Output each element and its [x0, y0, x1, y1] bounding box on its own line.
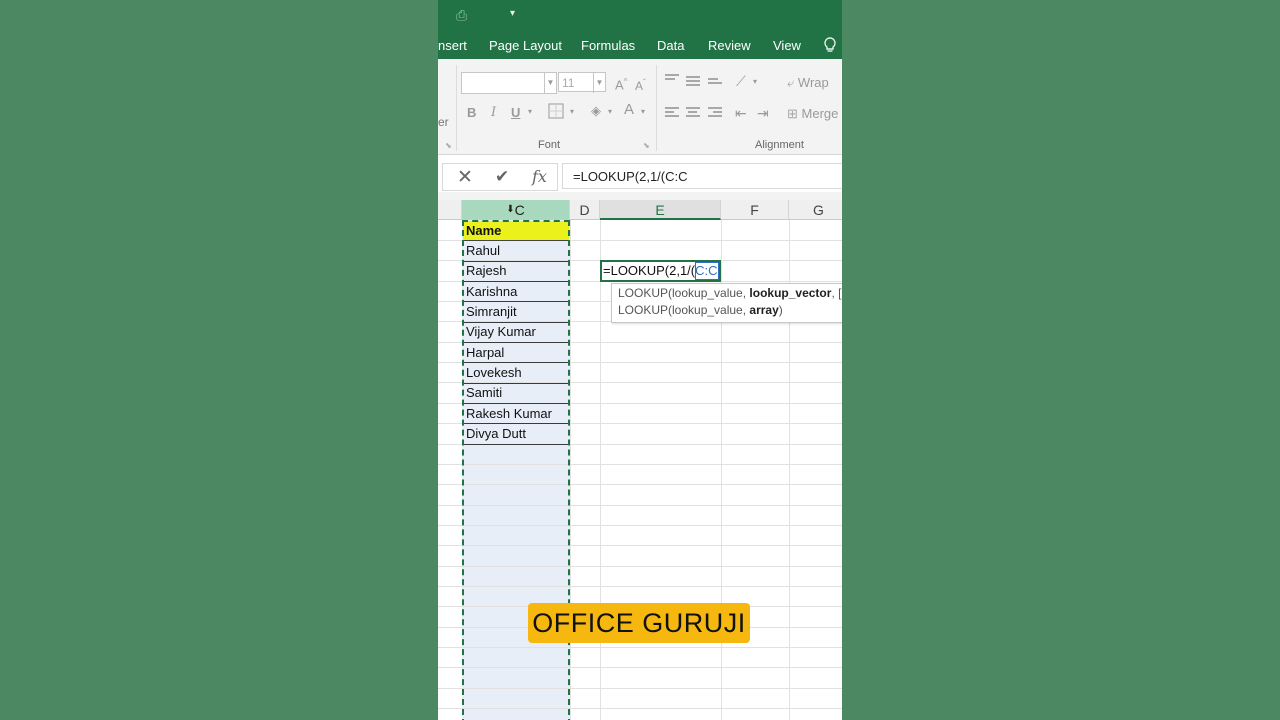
dialog-launcher-icon[interactable]: ⬊ — [643, 141, 650, 150]
copy-marquee — [462, 220, 570, 720]
column-header-g[interactable]: G — [789, 200, 842, 220]
title-bar: ⎙ ▾ — [438, 0, 842, 33]
underline-button[interactable]: U — [511, 105, 520, 121]
group-separator — [456, 65, 457, 151]
merge-center-button[interactable]: ⊞ Merge — [787, 106, 838, 122]
merge-icon: ⊞ — [787, 106, 798, 121]
chevron-down-icon[interactable]: ▾ — [641, 104, 645, 120]
middle-align-icon[interactable] — [686, 76, 700, 88]
tab-view[interactable]: View — [773, 38, 801, 53]
wrap-text-icon: ⤶ — [787, 75, 795, 90]
print-preview-icon[interactable]: ⎙ — [456, 7, 472, 23]
formula-buttons: ✕ ✔ fx — [442, 163, 558, 191]
decrease-indent-icon[interactable]: ⇤ — [735, 105, 747, 121]
ribbon-tabs: nsert Page Layout Formulas Data Review V… — [438, 33, 842, 59]
left-background — [0, 0, 438, 720]
shrink-font-icon[interactable]: Aˇ — [635, 75, 646, 94]
edit-cell-formula: =LOOKUP(2,1/( — [603, 263, 696, 278]
font-size-box[interactable]: 11 ▼ — [558, 72, 606, 93]
reference-highlight — [695, 262, 719, 280]
select-all-corner[interactable] — [438, 200, 462, 220]
grow-font-icon[interactable]: A^ — [615, 74, 627, 93]
chevron-down-icon[interactable]: ▾ — [510, 8, 515, 19]
column-header-f[interactable]: F — [721, 200, 789, 220]
align-left-icon[interactable] — [665, 107, 679, 119]
increase-indent-icon[interactable]: ⇥ — [757, 105, 769, 121]
watermark-label: OFFICE GURUJI — [528, 603, 750, 643]
font-group-label: Font — [538, 139, 561, 151]
column-header-d[interactable]: D — [570, 200, 600, 220]
chevron-down-icon[interactable]: ▾ — [528, 104, 532, 120]
group-separator — [656, 65, 657, 151]
enter-button[interactable]: ✔ — [495, 167, 509, 187]
align-center-icon[interactable] — [686, 107, 700, 119]
tab-review[interactable]: Review — [708, 38, 751, 53]
ribbon: er ⬊ ▼ 11 ▼ A^ Aˇ B I U ▾ ▾ ◈ ▾ A ▾ Font … — [438, 59, 842, 155]
chevron-down-icon[interactable]: ▼ — [593, 73, 605, 93]
formula-bar: ✕ ✔ fx =LOOKUP(2,1/(C:C — [438, 162, 842, 192]
tab-insert[interactable]: nsert — [438, 38, 467, 53]
font-color-button[interactable]: A — [624, 102, 634, 118]
right-background — [842, 0, 1280, 720]
dialog-launcher-icon[interactable]: ⬊ — [445, 141, 452, 150]
tab-formulas[interactable]: Formulas — [581, 38, 635, 53]
tooltip-syntax-vector[interactable]: LOOKUP(lookup_value, lookup_vector, [ — [618, 286, 841, 300]
clipboard-group-cutoff: er — [438, 115, 449, 129]
tab-page-layout[interactable]: Page Layout — [489, 38, 562, 53]
column-header-e[interactable]: E — [600, 200, 721, 220]
borders-icon[interactable] — [548, 103, 564, 123]
bold-button[interactable]: B — [467, 105, 476, 121]
fill-color-icon[interactable]: ◈ — [591, 103, 601, 119]
chevron-down-icon[interactable]: ▼ — [544, 73, 556, 93]
chevron-down-icon[interactable]: ▾ — [570, 104, 574, 120]
lightbulb-icon[interactable] — [824, 37, 836, 56]
formula-input[interactable]: =LOOKUP(2,1/(C:C — [562, 163, 842, 189]
italic-button[interactable]: I — [491, 105, 496, 121]
column-gridline — [570, 220, 571, 720]
alignment-group-label: Alignment — [755, 139, 804, 151]
orientation-icon[interactable]: ⟋ — [736, 73, 746, 89]
column-header-c[interactable]: ⬇C — [462, 200, 570, 220]
chevron-down-icon[interactable]: ▾ — [753, 74, 757, 90]
active-cell-e3[interactable]: =LOOKUP(2,1/(C:C — [600, 260, 721, 282]
wrap-text-button[interactable]: ⤶ Wrap — [787, 75, 829, 91]
function-tooltip: LOOKUP(lookup_value, lookup_vector, [ LO… — [611, 283, 842, 323]
formula-separator — [438, 192, 842, 200]
bottom-align-icon[interactable] — [708, 78, 722, 90]
tab-data[interactable]: Data — [657, 38, 684, 53]
insert-function-button[interactable]: fx — [532, 167, 547, 186]
font-name-box[interactable]: ▼ — [461, 72, 557, 94]
cancel-button[interactable]: ✕ — [457, 166, 473, 189]
chevron-down-icon[interactable]: ▾ — [608, 104, 612, 120]
column-gridline — [600, 220, 601, 720]
top-align-icon[interactable] — [665, 74, 679, 86]
select-column-cursor-icon: ⬇ — [506, 204, 515, 215]
tooltip-syntax-array[interactable]: LOOKUP(lookup_value, array) — [618, 303, 783, 317]
align-right-icon[interactable] — [708, 107, 722, 119]
